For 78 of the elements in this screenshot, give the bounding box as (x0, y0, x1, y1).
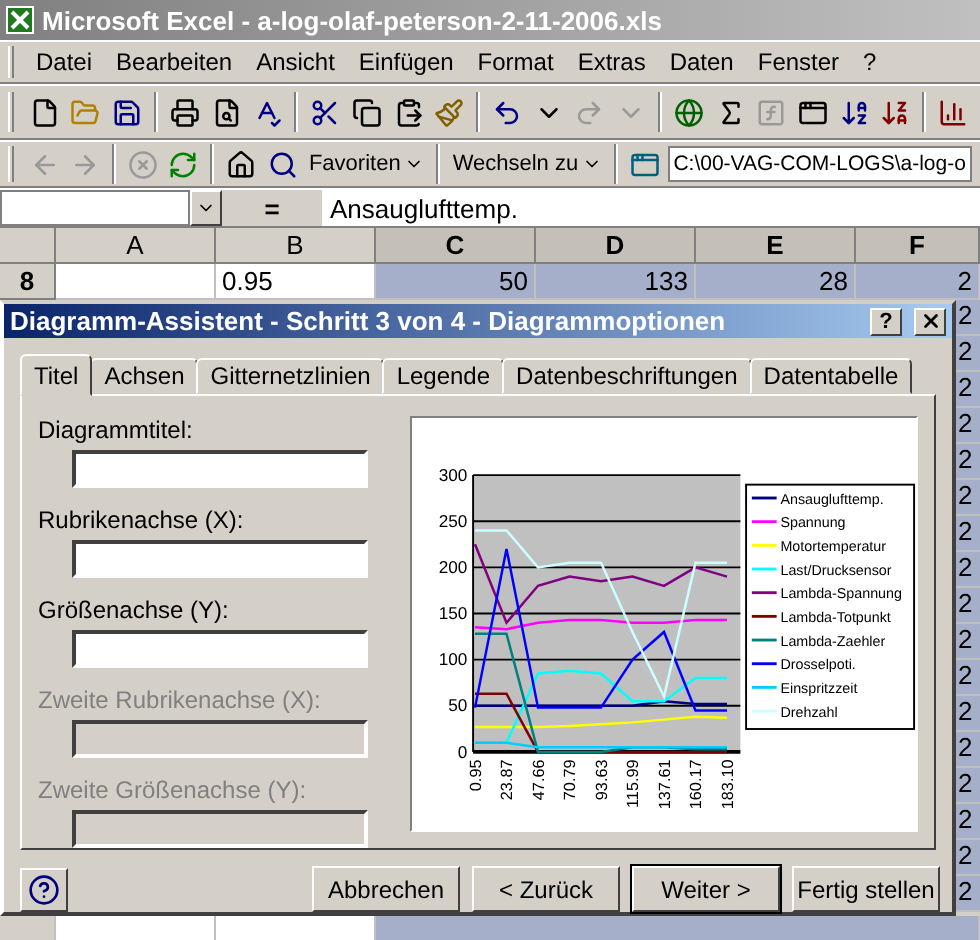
field-label: Rubrikenachse (X): (38, 506, 246, 534)
tab[interactable]: Titel (20, 354, 93, 396)
column-header[interactable]: B (216, 228, 376, 264)
close-button[interactable] (914, 307, 946, 335)
window-title: Microsoft Excel - a-log-olaf-peterson-2-11-2006.xls (42, 5, 662, 35)
axis-label: 100 (438, 649, 468, 670)
help-icon (28, 873, 60, 905)
table-cell: 2 (956, 624, 980, 660)
dialog-button[interactable]: Abbrechen (312, 866, 460, 912)
menu-item[interactable]: Datei (26, 44, 103, 80)
field-label: Zweite Größenachse (Y): (38, 776, 309, 804)
table-cell: 2 (956, 480, 980, 516)
go-to-menu[interactable]: Wechseln zu (448, 152, 607, 176)
table-cell: 2 (956, 408, 980, 444)
corner-header[interactable] (0, 228, 56, 264)
tab[interactable]: Gitternetzlinien (196, 358, 385, 394)
dialog-button[interactable]: Weiter > (632, 866, 780, 912)
axis-label: 50 (448, 695, 468, 716)
table-cell: 2 (956, 552, 980, 588)
column-header[interactable]: D (536, 228, 696, 264)
column-header[interactable]: A (56, 228, 216, 264)
favorites-menu[interactable]: Favoriten (304, 152, 429, 176)
menu-item[interactable]: Daten (659, 44, 744, 80)
table-cell: 2 (956, 444, 980, 480)
close-icon (919, 310, 941, 332)
help-button[interactable]: ? (870, 307, 902, 335)
menu-item[interactable]: Format (467, 44, 564, 80)
table-cell: 133 (536, 264, 696, 300)
tab[interactable]: Datenbeschriftungen (502, 358, 752, 394)
table-cell: 2 (956, 300, 980, 336)
field-label: Größenachse (Y): (38, 596, 231, 624)
column-header[interactable]: C (376, 228, 536, 264)
tab[interactable]: Datentabelle (749, 358, 913, 394)
axis-label: 300 (438, 464, 468, 485)
table-cell: 2 (956, 516, 980, 552)
table-cell: 2 (956, 588, 980, 624)
input-field[interactable] (72, 450, 368, 488)
table-cell: 2 (956, 372, 980, 408)
table-cell: 2 (956, 336, 980, 372)
dialog-button[interactable]: Fertig stellen (792, 866, 940, 912)
tab[interactable]: Legende (382, 358, 505, 394)
input-field[interactable] (72, 540, 368, 578)
field-label: Diagrammtitel: (38, 416, 195, 444)
formula-field[interactable]: Ansauglufttemp. (322, 190, 980, 226)
menu-item[interactable]: Einfügen (348, 44, 464, 80)
column-header[interactable]: F (856, 228, 980, 264)
dropdown-button[interactable] (190, 190, 222, 226)
axis-label: 150 (438, 603, 468, 624)
field-label: Zweite Rubrikenachse (X): (38, 686, 323, 714)
menu-item[interactable]: ? (853, 44, 887, 80)
spreadsheet-icon (6, 6, 34, 34)
menu-item[interactable]: Ansicht (246, 44, 345, 80)
dialog-title: Diagramm-Assistent - Schritt 3 von 4 - Diagrammoptionen (10, 306, 728, 336)
table-cell: 2 (856, 264, 980, 300)
input-field[interactable] (72, 630, 368, 668)
menu-item[interactable]: Bearbeiten (106, 44, 243, 80)
column-header[interactable]: E (696, 228, 856, 264)
table-cell: 2 (956, 732, 980, 768)
table-cell: 50 (376, 264, 536, 300)
table-cell: 2 (956, 876, 980, 912)
table-cell: 2 (956, 696, 980, 732)
address-field[interactable]: C:\00-VAG-COM-LOGS\a-log-o (667, 146, 972, 182)
dialog-button[interactable]: < Zurück (472, 866, 620, 912)
axis-label: 250 (438, 510, 468, 531)
table-cell: 28 (696, 264, 856, 300)
table-cell: 2 (956, 660, 980, 696)
table-cell: 0.95 (216, 264, 376, 300)
axis-label: 200 (438, 557, 468, 578)
table-cell: 2 (956, 840, 980, 876)
menu-item[interactable]: Fenster (747, 44, 850, 80)
table-cell: 2 (956, 804, 980, 840)
help-button[interactable] (20, 867, 68, 911)
menu-item[interactable]: Extras (567, 44, 656, 80)
table-cell: 2 (956, 768, 980, 804)
name-box[interactable] (0, 190, 190, 226)
axis-label: 0 (457, 741, 468, 762)
row-header[interactable]: 8 (0, 264, 56, 300)
equals-sign: = (262, 193, 282, 223)
